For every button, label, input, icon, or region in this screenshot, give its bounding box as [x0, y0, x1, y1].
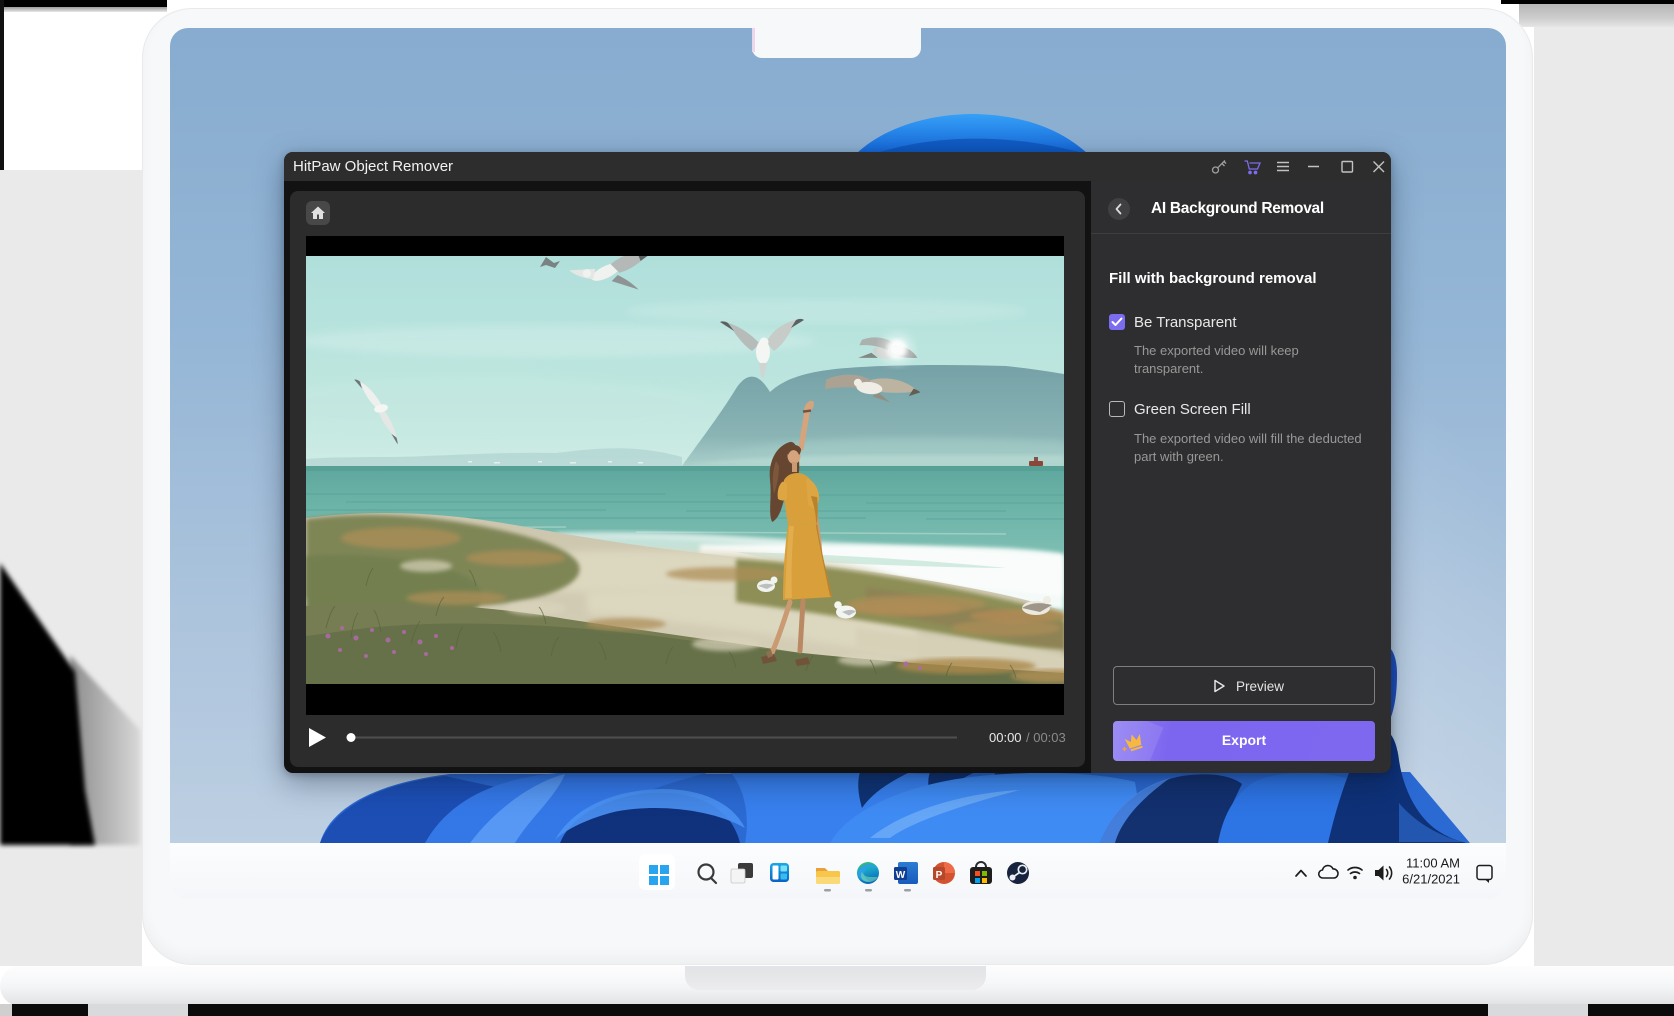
svg-text:11:00 AM: 11:00 AM: [1406, 856, 1460, 871]
svg-text:6/21/2021: 6/21/2021: [1402, 872, 1460, 887]
svg-text:/ 00:03: / 00:03: [1026, 730, 1066, 745]
svg-text:W: W: [896, 870, 906, 881]
svg-text:00:00: 00:00: [989, 730, 1022, 745]
svg-text:P: P: [936, 870, 943, 881]
